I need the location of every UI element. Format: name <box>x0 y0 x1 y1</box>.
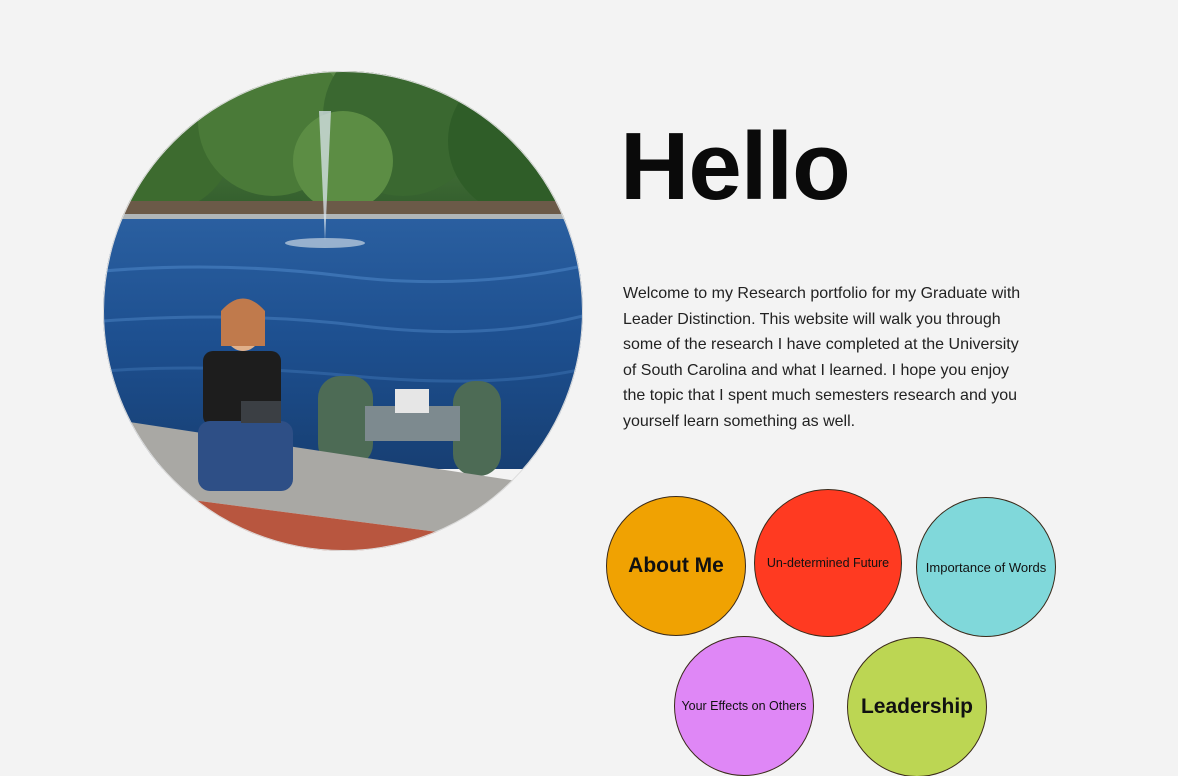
profile-photo <box>103 71 583 551</box>
leadership-label: Leadership <box>860 695 974 718</box>
intro-paragraph: Welcome to my Research portfolio for my … <box>623 285 1021 430</box>
your-effects-on-others-button[interactable]: Your Effects on Others <box>674 636 814 776</box>
importance-of-words-label: Importance of Words <box>925 559 1047 575</box>
page-title: Hello <box>620 113 851 220</box>
importance-of-words-button[interactable]: Importance of Words <box>916 497 1056 637</box>
page: Hello Welcome to my Research portfolio f… <box>0 0 1178 776</box>
undetermined-future-button[interactable]: Un-determined Future <box>754 489 902 637</box>
your-effects-on-others-label: Your Effects on Others <box>681 699 807 713</box>
about-me-label: About Me <box>628 554 724 577</box>
about-me-button[interactable]: About Me <box>606 496 746 636</box>
leadership-button[interactable]: Leadership <box>847 637 987 776</box>
undetermined-future-label: Un-determined Future <box>766 556 890 570</box>
